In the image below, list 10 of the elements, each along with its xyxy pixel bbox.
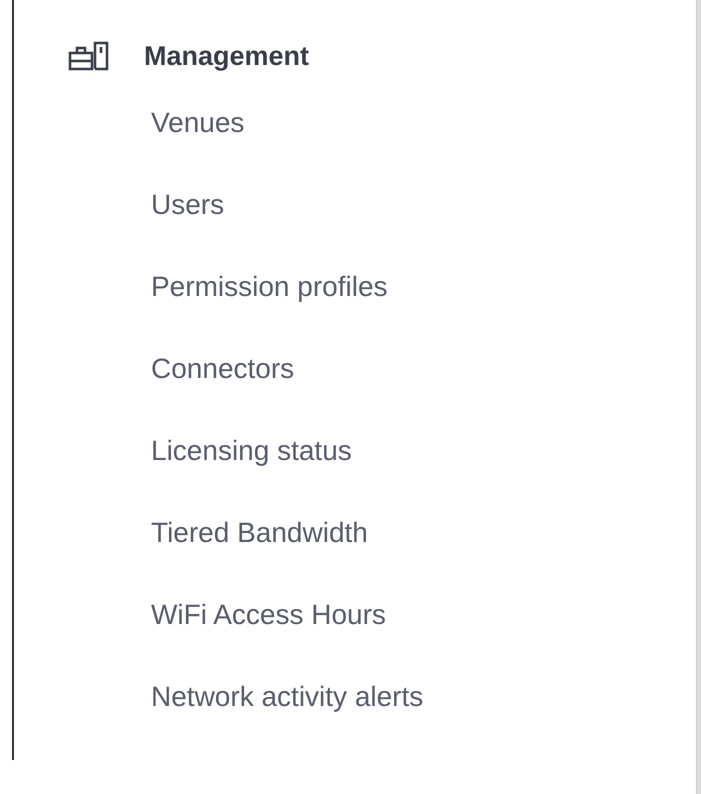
menu-item[interactable]: Network activity alerts <box>151 679 424 715</box>
menu-item[interactable]: Users <box>151 187 224 223</box>
section-title: Management <box>144 40 310 72</box>
menu-item[interactable]: Tiered Bandwidth <box>151 515 368 551</box>
toolbox-door-icon <box>68 41 110 71</box>
menu-item[interactable]: Venues <box>151 105 244 141</box>
menu-item[interactable]: Permission profiles <box>151 269 388 305</box>
menu-item[interactable]: Licensing status <box>151 433 352 469</box>
menu-item[interactable]: Connectors <box>151 351 294 387</box>
menu-item[interactable]: WiFi Access Hours <box>151 597 386 633</box>
